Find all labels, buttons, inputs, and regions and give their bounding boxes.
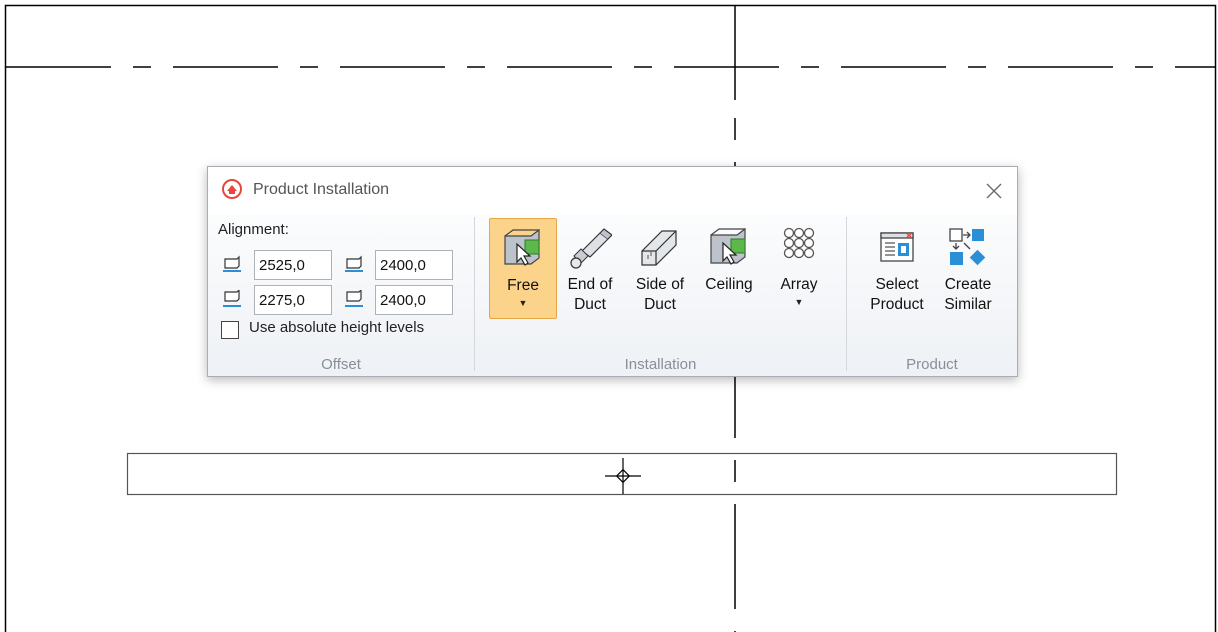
select-product-button[interactable]: Select Product <box>863 218 931 319</box>
product-installation-dialog: Product Installation Alignment: 2525,0 2… <box>207 166 1018 377</box>
offset-top-right-field[interactable] <box>375 250 453 280</box>
create-similar-button[interactable]: Create Similar <box>934 218 1002 319</box>
alignment-label: Alignment: <box>218 221 289 238</box>
crosshair-cursor-icon <box>605 458 641 494</box>
free-dropdown-icon: ▼ <box>518 298 528 308</box>
select-product-label: Select Product <box>870 276 924 313</box>
array-icon <box>783 227 815 259</box>
bottom-height-icon <box>345 290 363 307</box>
dialog-titlebar[interactable]: Product Installation <box>208 167 1017 215</box>
select-product-icon <box>880 232 914 262</box>
free-placement-icon <box>504 228 540 266</box>
create-similar-icon <box>949 228 986 266</box>
ceiling-label: Ceiling <box>705 276 753 293</box>
offset-group-label: Offset <box>321 356 361 373</box>
group-divider <box>846 217 847 371</box>
free-button[interactable]: Free ▼ <box>489 218 557 319</box>
absolute-height-checkbox[interactable] <box>221 321 239 339</box>
ceiling-button[interactable]: Ceiling <box>698 218 760 319</box>
app-logo-icon <box>222 179 242 199</box>
end-of-duct-label: End of Duct <box>567 276 613 313</box>
create-similar-label: Create Similar <box>944 276 992 313</box>
array-button[interactable]: Array ▼ <box>764 218 834 319</box>
bottom-height-icon <box>223 290 241 307</box>
array-label: Array <box>780 276 818 293</box>
ceiling-icon <box>710 227 746 265</box>
close-button[interactable] <box>978 175 1010 207</box>
ribbon: Alignment: Use absolute he <box>208 215 1017 376</box>
array-dropdown-icon: ▼ <box>794 297 804 307</box>
offset-top-left-field[interactable] <box>254 250 332 280</box>
side-of-duct-icon <box>641 230 677 266</box>
product-group-label: Product <box>906 356 958 373</box>
offset-bottom-right-field[interactable] <box>375 285 453 315</box>
close-icon <box>986 183 1002 199</box>
end-of-duct-icon <box>570 228 612 269</box>
top-height-icon <box>345 255 363 272</box>
top-height-icon <box>223 255 241 272</box>
absolute-height-label: Use absolute height levels <box>249 319 425 336</box>
group-divider <box>474 217 475 371</box>
side-of-duct-label: Side of Duct <box>635 276 685 313</box>
free-button-label: Free <box>507 277 539 294</box>
duct-rectangle[interactable] <box>126 452 1118 496</box>
side-of-duct-button[interactable]: Side of Duct <box>624 218 696 319</box>
dialog-title: Product Installation <box>253 181 390 198</box>
end-of-duct-button[interactable]: End of Duct <box>560 218 620 319</box>
installation-group-label: Installation <box>624 356 697 373</box>
offset-bottom-left-field[interactable] <box>254 285 332 315</box>
